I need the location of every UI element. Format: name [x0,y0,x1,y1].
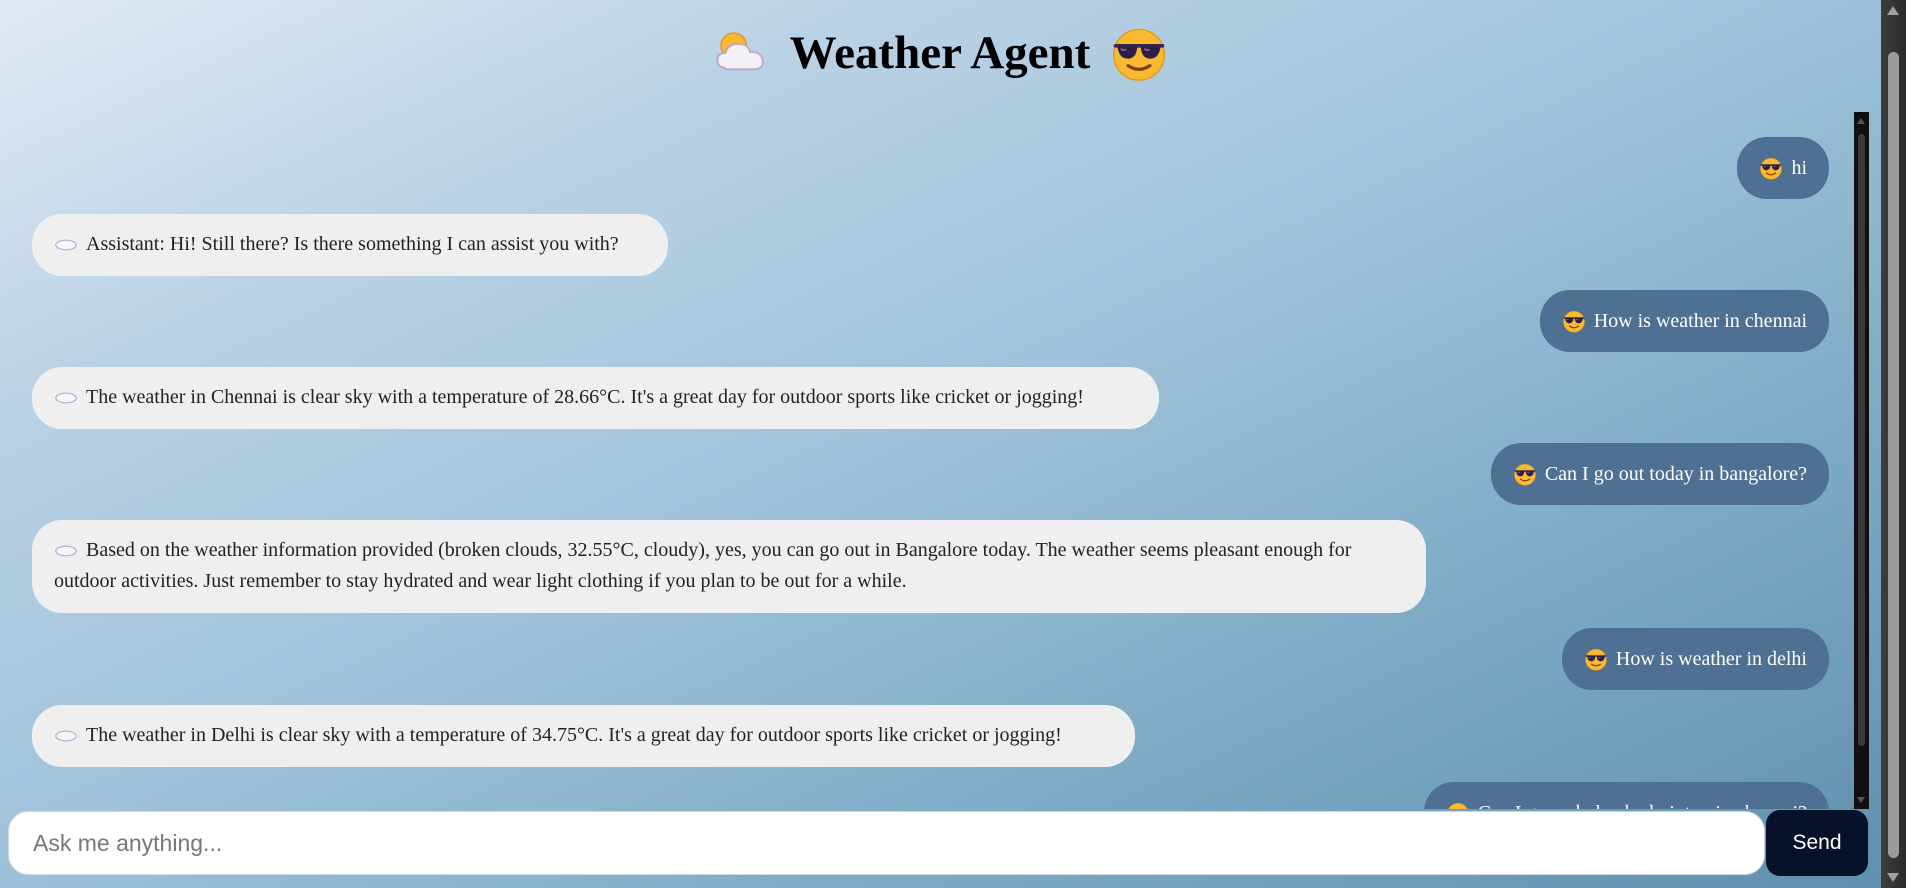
app-header: Weather Agent [0,22,1880,84]
chat-scrollbar-thumb[interactable] [1858,134,1865,746]
message-input[interactable] [9,812,1764,874]
message-text: Based on the weather information provide… [54,539,1352,592]
scroll-down-arrow-icon[interactable] [1887,873,1899,882]
message-text: Assistant: Hi! Still there? Is there som… [86,233,619,255]
message-text: hi [1791,156,1807,179]
scroll-down-arrow-icon[interactable] [1857,797,1865,803]
sunglasses-face-icon [1759,156,1783,180]
scroll-up-arrow-icon[interactable] [1857,118,1865,124]
assistant-message: Based on the weather information provide… [32,520,1426,613]
message-text: Can I go and play badminton in chennai? [1478,798,1807,810]
sunglasses-face-icon [1446,801,1470,809]
message-input-container [8,811,1765,875]
chat-scrollbar[interactable] [1854,112,1869,809]
page-scrollbar-thumb[interactable] [1888,52,1899,858]
page-scrollbar[interactable] [1881,0,1906,888]
sun-behind-cloud-icon [712,24,770,82]
user-message: Can I go out today in bangalore? [1490,443,1829,505]
sunglasses-face-icon [1110,24,1168,82]
user-message: hi [1737,137,1829,199]
sunglasses-face-icon [1584,647,1608,671]
chat-history[interactable]: hi Assistant: Hi! Still there? Is there … [0,112,1866,809]
send-button[interactable]: Send [1766,810,1868,876]
cloud-icon [54,237,78,253]
assistant-message: The weather in Chennai is clear sky with… [32,367,1159,429]
message-text: The weather in Chennai is clear sky with… [86,386,1084,408]
message-text: Can I go out today in bangalore? [1544,462,1807,485]
scroll-up-arrow-icon[interactable] [1887,6,1899,15]
user-message: How is weather in delhi [1561,628,1829,690]
assistant-message: The weather in Delhi is clear sky with a… [32,705,1135,767]
sunglasses-face-icon [1513,462,1537,486]
page-title: Weather Agent [789,27,1091,79]
message-text: How is weather in delhi [1615,647,1807,670]
cloud-icon [54,728,78,744]
user-message: How is weather in chennai [1539,290,1829,352]
user-message: Can I go and play badminton in chennai? [1423,782,1829,810]
cloud-icon [54,543,78,559]
sunglasses-face-icon [1562,309,1586,333]
message-text: The weather in Delhi is clear sky with a… [86,724,1062,746]
assistant-message: Assistant: Hi! Still there? Is there som… [32,214,668,276]
message-text: How is weather in chennai [1593,309,1807,332]
cloud-icon [54,390,78,406]
